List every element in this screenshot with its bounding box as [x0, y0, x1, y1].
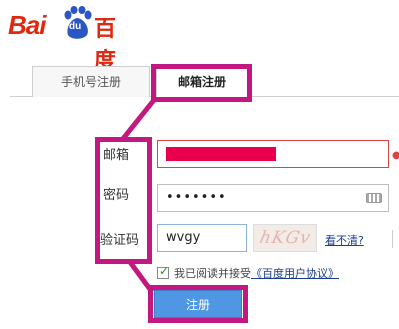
- baidu-logo: Bai du 百度: [8, 6, 128, 74]
- agreement-link[interactable]: 《百度用户协议》: [251, 265, 339, 281]
- password-field[interactable]: •••••••: [157, 184, 389, 212]
- email-redaction: [166, 147, 276, 161]
- email-label: 邮箱: [103, 148, 130, 163]
- password-label: 密码: [103, 188, 130, 203]
- error-marker-icon: ●: [392, 150, 399, 161]
- right-edge-divider: [392, 230, 399, 248]
- refresh-captcha-link[interactable]: 看不清?: [325, 232, 364, 248]
- keyboard-icon[interactable]: [366, 193, 382, 203]
- register-button[interactable]: 注册: [154, 290, 242, 318]
- verification-code-label: 验证码: [100, 233, 140, 248]
- logo-du-text: du: [69, 21, 82, 32]
- agreement-row: 我已阅读并接受 《百度用户协议》: [157, 264, 339, 281]
- logo-bai-text: Bai: [8, 10, 46, 40]
- tab-phone-register[interactable]: 手机号注册: [32, 66, 150, 97]
- captcha-image[interactable]: hKGv: [253, 224, 317, 252]
- tab-email-register[interactable]: 邮箱注册: [156, 66, 248, 99]
- password-value: •••••••: [166, 190, 227, 205]
- email-field[interactable]: [157, 140, 389, 168]
- verification-code-field[interactable]: wvgy: [157, 224, 247, 252]
- captcha-text: hKGv: [257, 228, 313, 248]
- agreement-checkbox[interactable]: [157, 264, 169, 279]
- agreement-text: 我已阅读并接受: [174, 267, 251, 280]
